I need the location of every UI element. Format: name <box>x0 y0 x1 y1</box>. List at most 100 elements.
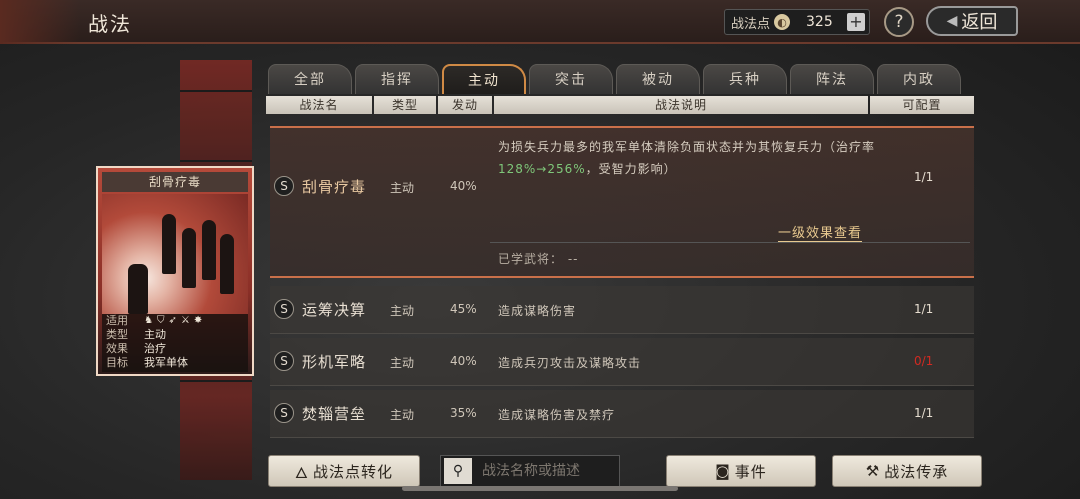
tactic-slot-count: 0/1 <box>914 354 934 368</box>
tactic-slot-count: 1/1 <box>914 170 934 184</box>
description-text: 为损失兵力最多的我军单体清除负面状态并为其恢复兵力（治疗率 <box>498 140 876 154</box>
back-arrow-icon: ◀ <box>946 13 958 29</box>
column-header-slots[interactable]: 可配置 <box>870 96 974 114</box>
soldier-silhouette <box>182 228 196 288</box>
table-row-selected[interactable]: S 刮骨疗毒 主动 40% 为损失兵力最多的我军单体清除负面状态并为其恢复兵力（… <box>270 126 974 278</box>
tactic-points-label: 战法点 <box>731 16 771 32</box>
card-info-row: 适用 ♞ ⛉ ➶ ⚔ ✸ <box>106 314 244 328</box>
table-row[interactable]: S 形机军略 主动 40% 造成兵刃攻击及谋略攻击 0/1 <box>270 338 974 386</box>
search-icon[interactable]: ⚲ <box>444 458 472 484</box>
tactic-slot-count: 1/1 <box>914 406 934 420</box>
back-button-label: 返回 <box>961 12 998 33</box>
learned-value: -- <box>567 252 579 266</box>
table-header: 战法名 类型 发动 战法说明 可配置 <box>266 96 976 114</box>
shield-icon: ⛉ <box>156 315 165 326</box>
learned-label: 已学武将： <box>498 252 564 266</box>
hammer-icon: ⚒ <box>865 462 881 480</box>
add-points-button[interactable]: + <box>847 13 865 31</box>
tactic-rate: 40% <box>450 354 477 368</box>
rank-s-badge: S <box>274 176 294 196</box>
tactic-slot-count: 1/1 <box>914 302 934 316</box>
event-icon: ◙ <box>715 462 731 480</box>
flame-icon: 🜂 <box>294 463 310 482</box>
convert-points-label: 战法点转化 <box>313 462 394 481</box>
info-key: 适用 <box>106 314 128 327</box>
table-row[interactable]: S 焚辎营垒 主动 35% 造成谋略伤害及禁疗 1/1 <box>270 390 974 438</box>
column-header-name[interactable]: 战法名 <box>266 96 372 114</box>
rank-s-badge: S <box>274 403 294 423</box>
card-info-row: 目标 我军单体 <box>106 356 244 370</box>
row-divider <box>490 242 970 243</box>
tactic-inherit-label: 战法传承 <box>884 462 949 481</box>
tactic-name: 运筹决算 <box>302 301 367 319</box>
rank-s-badge: S <box>274 351 294 371</box>
card-info-row: 效果 治疗 <box>106 342 244 356</box>
top-bar: 战法 战法点 ◐ 325 + ? ◀ 返回 <box>0 0 1080 44</box>
tactic-points-value: 325 <box>806 14 833 30</box>
column-header-type[interactable]: 类型 <box>374 96 436 114</box>
tactic-search: ⚲ <box>440 455 620 487</box>
page-title: 战法 <box>88 12 132 36</box>
strip-divider <box>180 380 252 382</box>
table-row[interactable]: S 运筹决算 主动 45% 造成谋略伤害 1/1 <box>270 286 974 334</box>
info-value: 主动 <box>144 328 166 341</box>
heal-rate-text: 128%→256% <box>498 162 586 176</box>
tab-assault[interactable]: 突击 <box>529 64 613 94</box>
info-value: 治疗 <box>144 342 166 355</box>
column-header-rate[interactable]: 发动 <box>438 96 492 114</box>
event-button[interactable]: ◙ 事件 <box>666 455 816 487</box>
tactic-type: 主动 <box>390 304 415 318</box>
tactic-name: 刮骨疗毒 <box>302 178 367 196</box>
convert-points-button[interactable]: 🜂 战法点转化 <box>268 455 420 487</box>
tactic-description: 造成兵刃攻击及谋略攻击 <box>498 356 642 370</box>
applicable-troops: ♞ ⛉ ➶ ⚔ ✸ <box>144 314 202 328</box>
soldier-silhouette <box>220 234 234 294</box>
tactic-point-icon: ◐ <box>774 14 791 30</box>
info-value: 我军单体 <box>144 356 188 369</box>
bow-icon: ➶ <box>168 315 177 326</box>
rank-s-badge: S <box>274 299 294 319</box>
tactic-name: 焚辎营垒 <box>302 405 367 423</box>
help-button[interactable]: ? <box>884 7 914 37</box>
tactic-inherit-button[interactable]: ⚒ 战法传承 <box>832 455 982 487</box>
bottom-toolbar: 🜂 战法点转化 ⚲ ◙ 事件 ⚒ 战法传承 <box>262 450 982 490</box>
card-info: 适用 ♞ ⛉ ➶ ⚔ ✸ 类型 主动 效果 治疗 目标 我军单体 <box>102 314 248 372</box>
tactic-points-box: 战法点 ◐ 325 + <box>724 9 870 35</box>
home-indicator[interactable] <box>402 486 678 491</box>
tab-command[interactable]: 指挥 <box>355 64 439 94</box>
event-label: 事件 <box>734 462 767 481</box>
cavalry-icon: ♞ <box>144 315 153 326</box>
column-header-description: 战法说明 <box>494 96 868 114</box>
header-ornament <box>0 0 80 44</box>
tactic-card: 刮骨疗毒 适用 ♞ ⛉ ➶ ⚔ ✸ 类型 主动 效果 治疗 目标 我军单体 <box>96 166 254 376</box>
card-illustration <box>102 194 248 314</box>
tab-troop[interactable]: 兵种 <box>703 64 787 94</box>
learned-generals: 已学武将： -- <box>498 250 579 267</box>
description-text: ，受智力影响） <box>585 162 677 176</box>
tactic-rate: 35% <box>450 406 477 420</box>
back-button[interactable]: ◀ 返回 <box>926 6 1018 36</box>
tactic-description: 造成谋略伤害及禁疗 <box>498 408 616 422</box>
strip-divider <box>180 90 252 92</box>
tactic-description: 造成谋略伤害 <box>498 304 577 318</box>
tab-formation[interactable]: 阵法 <box>790 64 874 94</box>
tab-internal[interactable]: 内政 <box>877 64 961 94</box>
tactic-type: 主动 <box>390 408 415 422</box>
tactic-type: 主动 <box>390 356 415 370</box>
view-level-effect-link[interactable]: 一级效果查看 <box>778 222 863 242</box>
tactic-type: 主动 <box>390 181 415 195</box>
category-tabs: 全部 指挥 主动 突击 被动 兵种 阵法 内政 <box>268 64 968 94</box>
card-title: 刮骨疗毒 <box>102 172 248 192</box>
siege-icon: ✸ <box>193 315 203 326</box>
tactic-list: S 刮骨疗毒 主动 40% 为损失兵力最多的我军单体清除负面状态并为其恢复兵力（… <box>270 126 976 446</box>
tactic-rate: 45% <box>450 302 477 316</box>
tactic-name: 形机军略 <box>302 353 367 371</box>
tab-active[interactable]: 主动 <box>442 64 526 94</box>
soldier-silhouette <box>128 264 148 314</box>
search-input[interactable] <box>482 463 612 479</box>
info-key: 效果 <box>106 342 128 355</box>
tactic-description: 为损失兵力最多的我军单体清除负面状态并为其恢复兵力（治疗率 128%→256%，受… <box>498 136 878 180</box>
tab-passive[interactable]: 被动 <box>616 64 700 94</box>
soldier-silhouette <box>162 214 176 274</box>
tab-all[interactable]: 全部 <box>268 64 352 94</box>
